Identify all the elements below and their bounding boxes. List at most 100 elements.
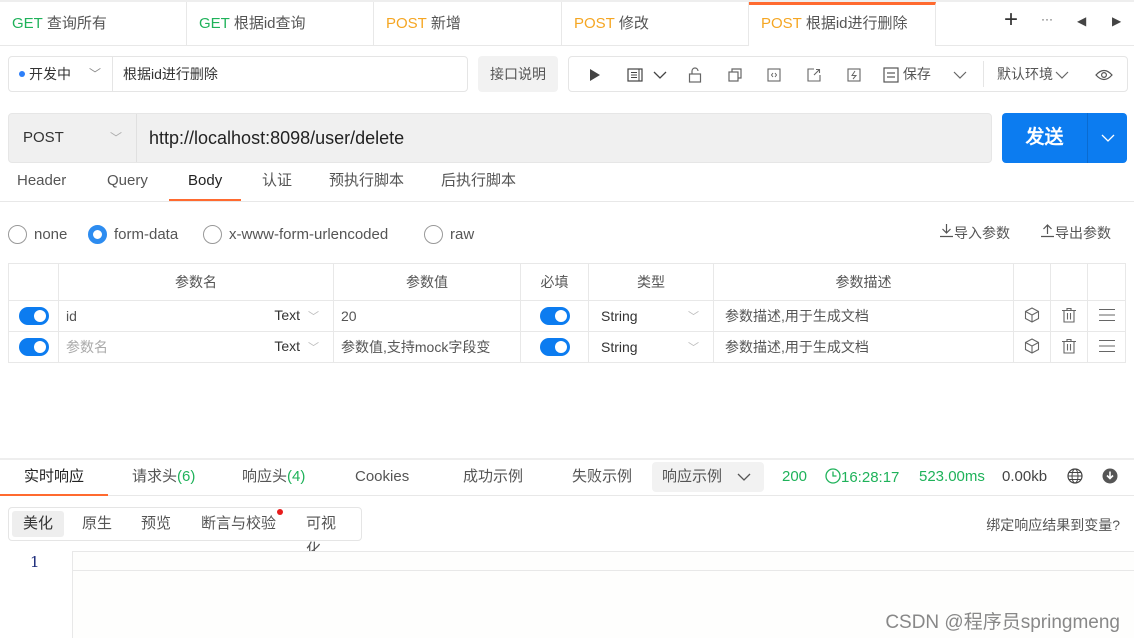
chevron-down-icon[interactable] [653,57,667,91]
radio-none[interactable]: none [8,225,67,245]
send-button[interactable]: 发送 [1002,113,1087,163]
next-tab-icon[interactable]: ▶ [1112,14,1121,28]
tab-realtime-response[interactable]: 实时响应 [0,460,109,496]
share-icon[interactable] [807,57,821,91]
globe-icon[interactable] [1067,468,1083,488]
request-tab[interactable]: POST 修改 [562,2,749,46]
enable-toggle[interactable] [18,307,49,326]
param-table: 参数名 参数值 必填 类型 参数描述 id Text ﹀ 20 String ﹀ 参数… [8,263,1126,363]
header-required: 必填 [520,263,589,301]
view-tab-preview[interactable]: 预览 [130,511,182,537]
chevron-down-icon [737,473,751,481]
document-icon[interactable] [627,57,643,91]
drag-handle-icon[interactable] [1087,300,1126,332]
save-button[interactable]: 保存 [883,57,931,91]
param-name-placeholder: 参数名 [66,339,108,355]
tab-cookies[interactable]: Cookies [355,460,409,496]
example-select[interactable]: 响应示例 [652,462,764,492]
code-icon[interactable] [767,57,781,91]
view-tab-raw[interactable]: 原生 [71,511,123,537]
more-icon[interactable]: ··· [1041,12,1053,26]
request-tab[interactable]: GET 根据id查询 [187,2,374,46]
required-toggle[interactable] [539,338,570,357]
status-code: 200 [782,468,808,485]
tab-response-headers[interactable]: 响应头(4) [242,460,305,496]
prev-tab-icon[interactable]: ◀ [1077,14,1086,28]
environment-select[interactable]: 默认环境 [997,57,1069,91]
tab-success-example[interactable]: 成功示例 [463,460,523,496]
request-tab[interactable]: POST 新增 [374,2,562,46]
add-tab-icon[interactable]: + [1004,6,1018,34]
url-input[interactable]: http://localhost:8098/user/delete [149,114,404,162]
status-label: 开发中 [29,66,71,82]
request-tab-bar: GET 查询所有 GET 根据id查询 POST 新增 POST 修改 POST 根据id… [0,0,1134,46]
api-doc-button[interactable]: 接口说明 [478,56,558,92]
request-config-tabs: Header Query Body 认证 预执行脚本 后执行脚本 [0,165,1134,202]
required-toggle[interactable] [539,307,570,326]
chevron-down-icon: ﹀ [308,311,319,323]
view-tab-assertions[interactable]: 断言与校验 [190,511,287,537]
unlock-icon[interactable] [688,57,702,91]
bind-response-link[interactable]: 绑定响应结果到变量? [986,515,1120,535]
api-name-input[interactable]: 根据id进行删除 [123,57,218,91]
import-params-button[interactable]: 导入参数 [939,223,1010,243]
view-tab-pretty[interactable]: 美化 [12,511,65,537]
save-label: 保存 [902,66,931,82]
type-select[interactable]: String ﹀ [588,331,714,363]
delete-icon[interactable] [1050,300,1088,332]
time-value: 16:28:17 [841,469,900,486]
send-options-button[interactable] [1087,113,1127,163]
drag-handle-icon[interactable] [1087,331,1126,363]
radio-circle [424,225,443,244]
mock-icon[interactable] [1013,331,1051,363]
table-header-row: 参数名 参数值 必填 类型 参数描述 [8,263,1126,301]
enable-toggle[interactable] [18,338,49,357]
description-input[interactable]: 参数描述,用于生成文档 [713,300,1014,332]
export-params-label: 导出参数 [1055,225,1111,241]
tab-request-headers[interactable]: 请求头(6) [132,460,195,496]
mock-icon[interactable] [1013,300,1051,332]
param-value-input[interactable]: 参数值,支持mock字段变 [333,331,521,363]
description-input[interactable]: 参数描述,用于生成文档 [713,331,1014,363]
save-options-chevron-icon[interactable] [953,57,967,91]
tab-query[interactable]: Query [107,165,148,201]
radio-raw[interactable]: raw [424,225,474,245]
eye-icon[interactable] [1095,57,1113,91]
header-type: 类型 [588,263,714,301]
param-name-cell[interactable]: id Text ﹀ [58,300,334,332]
tab-auth[interactable]: 认证 [262,165,292,201]
field-type-select[interactable]: Text ﹀ [274,307,319,324]
field-type-value: Text [274,338,300,354]
radio-label: form-data [114,226,179,243]
tab-header[interactable]: Header [17,165,66,201]
param-value-input[interactable]: 20 [333,300,521,332]
chevron-down-icon: ﹀ [308,342,319,354]
method-select[interactable]: POST ﹀ [9,114,137,162]
header-enable [8,263,59,301]
download-response-icon[interactable] [1102,468,1118,488]
send-button-group: 发送 [1002,113,1127,163]
status-select[interactable]: 开发中 ﹀ [9,57,113,91]
field-type-select[interactable]: Text ﹀ [274,338,319,355]
copy-icon[interactable] [728,57,742,91]
url-bar: POST ﹀ http://localhost:8098/user/delete [8,113,992,163]
response-duration: 523.00ms [919,468,985,485]
flash-icon[interactable] [847,57,861,91]
tab-pre-script[interactable]: 预执行脚本 [329,165,404,201]
export-params-button[interactable]: 导出参数 [1040,223,1111,243]
param-name-cell[interactable]: 参数名 Text ﹀ [58,331,334,363]
example-select-value: 响应示例 [662,468,723,485]
delete-icon[interactable] [1050,331,1088,363]
tab-body[interactable]: Body [169,165,242,201]
request-tab-active[interactable]: POST 根据id进行删除 [749,2,936,46]
radio-form-data[interactable]: form-data [88,225,178,245]
tab-post-script[interactable]: 后执行脚本 [441,165,516,201]
run-icon[interactable] [589,57,601,91]
request-tab[interactable]: GET 查询所有 [0,2,187,46]
type-select[interactable]: String ﹀ [588,300,714,332]
radio-x-www-form-urlencoded[interactable]: x-www-form-urlencoded [203,225,388,245]
table-row: id Text ﹀ 20 String ﹀ 参数描述,用于生成文档 [8,300,1126,332]
header-action [1013,263,1051,301]
view-tab-visualize[interactable]: 可视化 [295,511,361,558]
tab-fail-example[interactable]: 失败示例 [572,460,632,496]
